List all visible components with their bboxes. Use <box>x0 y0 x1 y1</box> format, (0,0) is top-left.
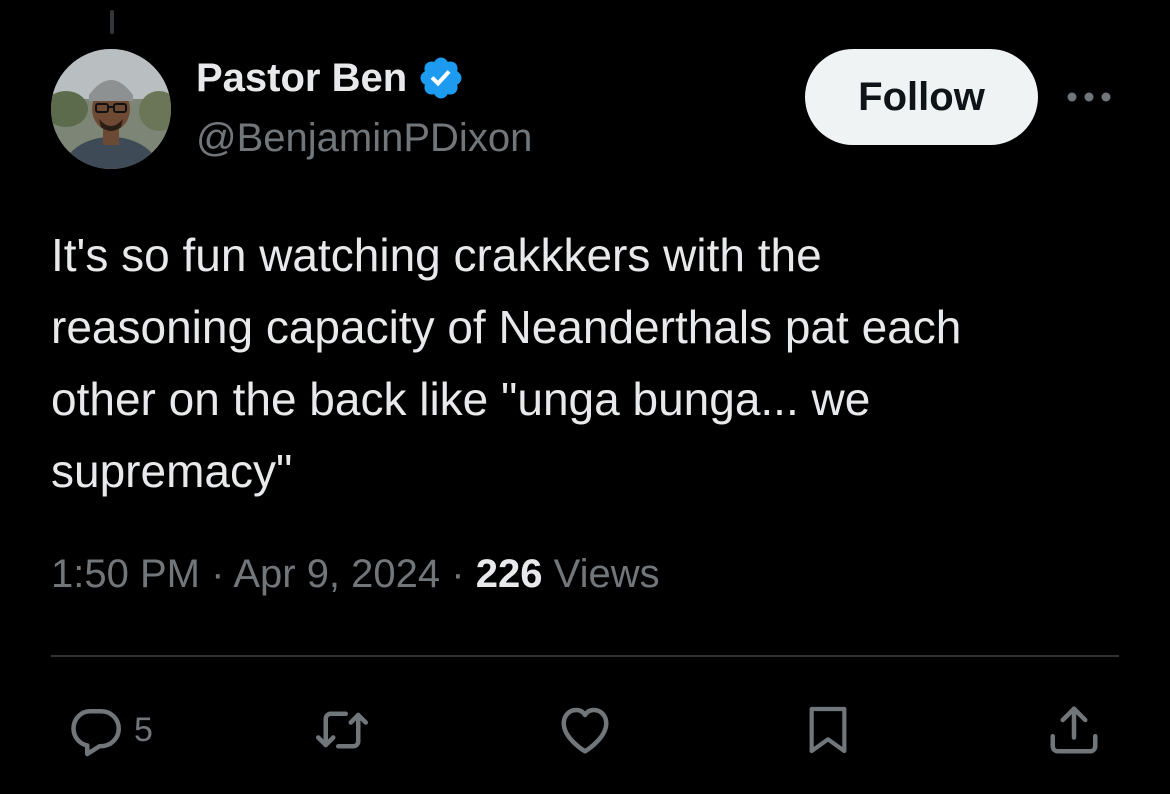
retweet-icon <box>316 711 368 749</box>
reply-count: 5 <box>134 710 153 749</box>
reply-button[interactable]: 5 <box>66 700 153 760</box>
views-label: Views <box>553 552 660 596</box>
tweet-text-line: reasoning capacity of Neanderthals pat e… <box>51 301 962 353</box>
more-options-icon[interactable] <box>1062 82 1116 112</box>
tweet-text-line: It's so fun watching crakkkers with the <box>51 229 822 281</box>
avatar[interactable] <box>51 49 171 169</box>
views-count: 226 <box>475 552 543 596</box>
like-button[interactable] <box>555 700 615 760</box>
meta-separator: · <box>451 552 465 596</box>
tweet-time[interactable]: 1:50 PM <box>51 552 200 596</box>
author-display-name[interactable]: Pastor Ben <box>196 56 407 101</box>
tweet-metadata: 1:50 PM · Apr 9, 2024 · 226 Views <box>51 552 660 597</box>
verified-badge-icon[interactable] <box>417 54 465 102</box>
tweet-text-line: supremacy" <box>51 445 293 497</box>
share-button[interactable] <box>1044 700 1104 760</box>
tweet-date[interactable]: Apr 9, 2024 <box>233 552 440 596</box>
author-handle[interactable]: @BenjaminPDixon <box>196 116 532 161</box>
meta-separator: · <box>211 552 225 596</box>
divider <box>51 655 1119 657</box>
bookmark-button[interactable] <box>800 700 856 760</box>
avatar-image <box>51 49 171 169</box>
retweet-button[interactable] <box>310 700 374 760</box>
author-display-name-row[interactable]: Pastor Ben <box>196 54 465 102</box>
tweet-text: It's so fun watching crakkkers with the … <box>51 219 1131 507</box>
follow-button[interactable]: Follow <box>805 49 1038 145</box>
thread-connector-line <box>110 10 114 34</box>
tweet-text-line: other on the back like "unga bunga... we <box>51 373 871 425</box>
bookmark-icon <box>809 706 847 754</box>
like-icon <box>561 707 609 754</box>
reply-icon <box>71 709 121 757</box>
share-icon <box>1050 706 1098 754</box>
